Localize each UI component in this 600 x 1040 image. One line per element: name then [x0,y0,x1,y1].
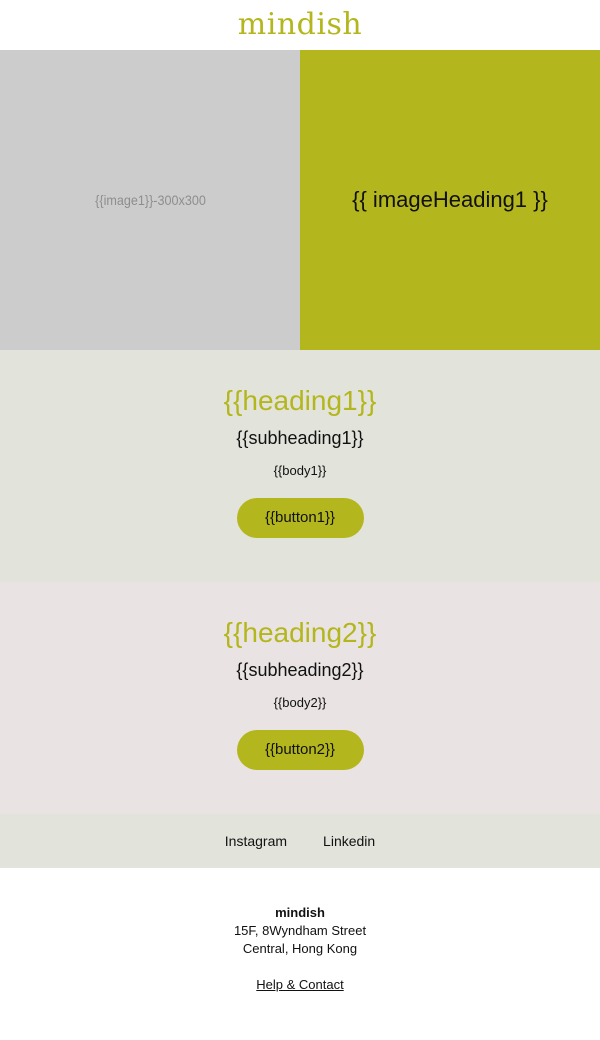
section-body: {{body1}} [273,463,327,479]
hero-heading-panel: {{ imageHeading1 }} [300,50,600,350]
section-body: {{body2}} [273,695,327,711]
section-subheading: {{subheading2}} [236,659,364,680]
content-section-1: {{heading1}} {{subheading1}} {{body1}} {… [0,350,600,582]
help-contact-link[interactable]: Help & Contact [256,976,343,994]
section-1-button[interactable]: {{button1}} [236,497,364,538]
social-links-bar: Instagram Linkedin [0,814,600,868]
hero-image-placeholder: {{image1}}-300x300 [0,50,300,350]
header: mindish [0,0,600,50]
footer-company-name: mindish [275,905,325,920]
section-subheading: {{subheading1}} [236,427,364,448]
section-heading: {{heading2}} [223,617,377,648]
linkedin-link[interactable]: Linkedin [323,833,375,849]
image-heading: {{ imageHeading1 }} [352,187,548,212]
instagram-link[interactable]: Instagram [225,833,287,849]
hero-row: {{image1}}-300x300 {{ imageHeading1 }} [0,50,600,350]
section-heading: {{heading1}} [223,385,377,416]
image-placeholder-label: {{image1}}-300x300 [94,192,206,208]
content-section-2: {{heading2}} {{subheading2}} {{body2}} {… [0,582,600,814]
brand-logo[interactable]: mindish [238,10,362,40]
footer-address-line-1: 15F, 8Wyndham Street [233,923,367,938]
section-2-button[interactable]: {{button2}} [236,729,364,770]
footer-address-line-2: Central, Hong Kong [242,941,358,956]
footer: mindish 15F, 8Wyndham Street Central, Ho… [0,868,600,994]
